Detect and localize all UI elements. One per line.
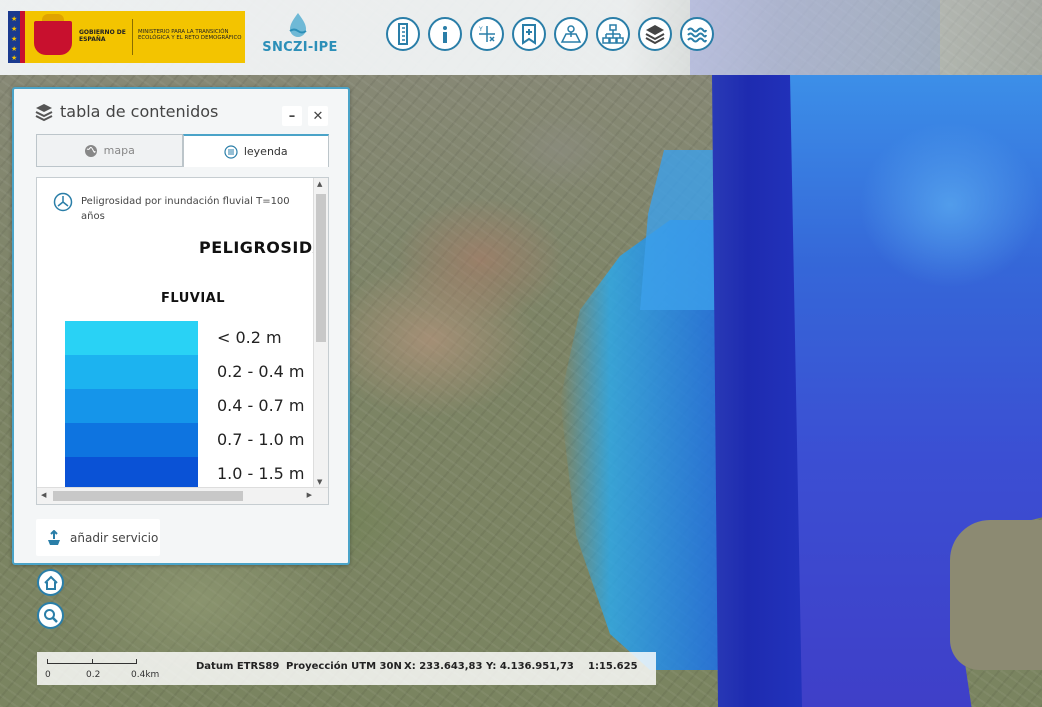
zoom-icon: [43, 608, 58, 623]
flood-area-port: [640, 150, 720, 310]
tree-tool-button[interactable]: [596, 17, 630, 51]
scroll-down-icon[interactable]: ▼: [317, 478, 322, 486]
legend-labels: < 0.2 m 0.2 - 0.4 m 0.4 - 0.7 m 0.7 - 1.0 m…: [217, 321, 305, 491]
legend-subheading: FLUVIAL: [161, 291, 225, 306]
legend-panel[interactable]: Peligrosidad por inundación fluvial T=10…: [36, 177, 329, 505]
minimize-button[interactable]: –: [282, 106, 302, 126]
legend-label: 0.7 - 1.0 m: [217, 430, 305, 449]
star-icon: ★: [11, 25, 18, 33]
scale-label: 0.4km: [131, 670, 160, 680]
info-tool-button[interactable]: [428, 17, 462, 51]
scale-tick: [47, 659, 48, 664]
layers-icon: [645, 25, 665, 45]
star-icon: ★: [11, 45, 18, 53]
scale-tick: [92, 659, 93, 664]
land-area-southeast: [950, 520, 1042, 670]
government-logo[interactable]: ★ ★ ★ ★ ★ GOBIERNO DE ESPAÑA MINISTERIO …: [8, 11, 245, 63]
star-icon: ★: [11, 54, 18, 62]
tab-label: mapa: [103, 144, 135, 157]
legend-layer-name: Peligrosidad por inundación fluvial T=10…: [81, 196, 290, 222]
home-icon: [43, 575, 58, 590]
x-coordinate: X: 233.643,83: [404, 661, 483, 672]
app-logo[interactable]: SNCZI-IPE: [262, 12, 338, 60]
header-water-overlay: [690, 0, 940, 75]
scale-label: 0.2: [86, 670, 101, 680]
svg-text:Y: Y: [478, 26, 483, 33]
bookmark-icon: [522, 24, 536, 45]
scroll-thumb[interactable]: [316, 194, 326, 342]
legend-list-icon: [224, 144, 238, 159]
flag-stripe: [20, 11, 25, 63]
close-button[interactable]: ✕: [308, 106, 328, 126]
panel-title: tabla de contenidos: [60, 102, 219, 121]
zoom-search-button[interactable]: [37, 602, 64, 629]
legend-swatch: [65, 355, 198, 389]
gov-name: GOBIERNO DE ESPAÑA: [79, 29, 126, 43]
legend-swatch: [65, 423, 198, 457]
coat-of-arms-icon: [34, 21, 72, 55]
layers-icon: [35, 104, 53, 122]
tab-label: leyenda: [243, 145, 288, 158]
scroll-right-icon[interactable]: ▶: [307, 491, 312, 499]
measure-tool-button[interactable]: [386, 17, 420, 51]
ministry-name: MINISTERIO PARA LA TRANSICIÓN ECOLÓGICA …: [138, 29, 242, 42]
legend-label: 0.2 - 0.4 m: [217, 362, 305, 381]
map-area-icon: [560, 25, 582, 43]
legend-swatch: [65, 321, 198, 355]
scroll-left-icon[interactable]: ◀: [41, 491, 46, 499]
coordinates-icon: Y: [478, 26, 495, 42]
datum-label: Datum ETRS89: [196, 661, 280, 672]
scale-label: 0: [45, 670, 51, 680]
map-scale: 1:15.625: [588, 661, 638, 672]
map-area-tool-button[interactable]: [554, 17, 588, 51]
legend-swatch: [65, 389, 198, 423]
projection-label: Proyección UTM 30N: [286, 661, 402, 672]
status-bar: 0 0.2 0.4km Datum ETRS89 Proyección UTM …: [37, 652, 656, 685]
flood-area-east-shallow: [780, 75, 1042, 335]
legend-label: 0.4 - 0.7 m: [217, 396, 305, 415]
add-service-icon: [48, 529, 60, 545]
add-service-label: añadir servicio: [70, 530, 159, 545]
legend-swatches: [65, 321, 198, 491]
bookmark-tool-button[interactable]: [512, 17, 546, 51]
layer-type-icon: [53, 192, 73, 212]
coordinates-tool-button[interactable]: Y: [470, 17, 504, 51]
scroll-thumb[interactable]: [53, 491, 243, 501]
toolbar: Y: [386, 17, 714, 55]
info-icon: [443, 26, 447, 43]
table-of-contents-panel: tabla de contenidos – ✕ mapa leyenda Pel…: [12, 87, 350, 565]
legend-swatch: [65, 457, 198, 491]
home-button[interactable]: [37, 569, 64, 596]
water-waves-icon: [687, 27, 707, 43]
scale-tick: [136, 659, 137, 664]
star-icon: ★: [11, 35, 18, 43]
legend-label: 1.0 - 1.5 m: [217, 464, 305, 483]
legend-heading: PELIGROSIDA: [199, 238, 326, 257]
legend-label: < 0.2 m: [217, 328, 282, 347]
panel-tabs: mapa leyenda: [36, 134, 329, 167]
water-drop-logo-icon: [289, 13, 307, 37]
globe-icon: [84, 144, 97, 157]
logo-divider: [132, 19, 133, 55]
y-coordinate: Y: 4.136.951,73: [486, 661, 574, 672]
ruler-icon: [398, 23, 408, 45]
scroll-up-icon[interactable]: ▲: [317, 180, 322, 188]
star-icon: ★: [11, 15, 18, 23]
water-tool-button[interactable]: [680, 17, 714, 51]
tab-leyenda[interactable]: leyenda: [182, 134, 329, 167]
layers-tool-button[interactable]: [638, 17, 672, 51]
horizontal-scrollbar[interactable]: ◀ ▶: [37, 487, 328, 504]
app-name: SNCZI-IPE: [262, 40, 338, 55]
tree-icon: [602, 24, 624, 44]
add-service-button[interactable]: añadir servicio: [36, 519, 160, 556]
tab-mapa[interactable]: mapa: [36, 134, 183, 167]
vertical-scrollbar[interactable]: ▲ ▼: [313, 178, 328, 488]
